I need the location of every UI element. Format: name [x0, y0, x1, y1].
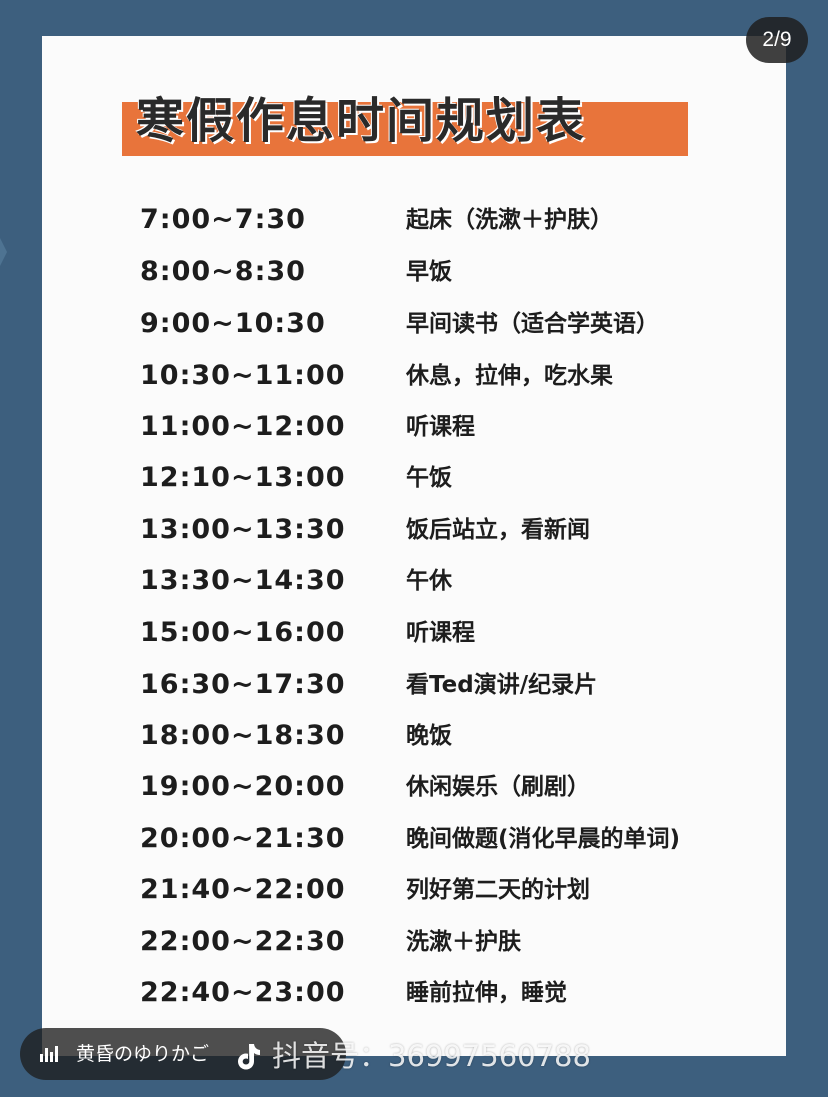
activity: 午饭	[406, 465, 452, 491]
activity: 晚饭	[406, 723, 452, 749]
time-range: 21:40~22:00	[140, 874, 346, 905]
schedule-row: 7:00~7:30 起床（洗漱＋护肤）	[42, 200, 786, 240]
schedule-row: 9:00~10:30 早间读书（适合学英语）	[42, 304, 786, 344]
time-range: 16:30~17:30	[140, 669, 346, 700]
schedule-card: 寒假作息时间规划表 7:00~7:30 起床（洗漱＋护肤） 8:00~8:30 …	[42, 36, 786, 1056]
schedule-row: 13:30~14:30 午休	[42, 561, 786, 601]
activity: 休息，拉伸，吃水果	[406, 363, 613, 389]
tiktok-logo-icon	[238, 1044, 260, 1070]
time-range: 13:30~14:30	[140, 565, 346, 596]
author-name: 黄昏のゆりかご	[76, 1043, 210, 1065]
schedule-row: 15:00~16:00 听课程	[42, 613, 786, 653]
activity: 睡前拉伸，睡觉	[406, 980, 567, 1006]
activity: 看Ted演讲/纪录片	[406, 672, 598, 698]
schedule-row: 16:30~17:30 看Ted演讲/纪录片	[42, 665, 786, 705]
schedule-row: 8:00~8:30 早饭	[42, 252, 786, 292]
time-range: 19:00~20:00	[140, 771, 346, 802]
schedule-row: 20:00~21:30 晚间做题(消化早晨的单词)	[42, 819, 786, 859]
time-range: 8:00~8:30	[140, 256, 306, 287]
time-range: 15:00~16:00	[140, 617, 346, 648]
activity: 午休	[406, 568, 452, 594]
schedule-row: 11:00~12:00 听课程	[42, 407, 786, 447]
time-range: 12:10~13:00	[140, 462, 346, 493]
activity: 列好第二天的计划	[406, 877, 590, 903]
schedule-row: 21:40~22:00 列好第二天的计划	[42, 870, 786, 910]
time-range: 7:00~7:30	[140, 204, 306, 235]
activity: 听课程	[406, 414, 475, 440]
time-range: 22:00~22:30	[140, 926, 346, 957]
time-range: 20:00~21:30	[140, 823, 346, 854]
activity: 听课程	[406, 620, 475, 646]
activity: 早间读书（适合学英语）	[406, 311, 659, 337]
schedule-row: 19:00~20:00 休闲娱乐（刷剧）	[42, 767, 786, 807]
activity: 晚间做题(消化早晨的单词)	[406, 826, 681, 852]
schedule-row: 22:40~23:00 睡前拉伸，睡觉	[42, 973, 786, 1013]
activity: 饭后站立，看新闻	[406, 517, 590, 543]
time-range: 11:00~12:00	[140, 411, 346, 442]
time-range: 18:00~18:30	[140, 720, 346, 751]
schedule-row: 10:30~11:00 休息，拉伸，吃水果	[42, 356, 786, 396]
schedule-row: 12:10~13:00 午饭	[42, 458, 786, 498]
page-title: 寒假作息时间规划表	[136, 93, 587, 149]
activity: 休闲娱乐（刷剧）	[406, 774, 590, 800]
activity: 早饭	[406, 259, 452, 285]
audio-bars-icon	[40, 1046, 62, 1062]
time-range: 9:00~10:30	[140, 308, 326, 339]
activity: 洗漱＋护肤	[406, 929, 521, 955]
watermark-account-id: 抖音号：36997560788	[272, 1039, 591, 1073]
activity: 起床（洗漱＋护肤）	[406, 207, 613, 233]
schedule-row: 22:00~22:30 洗漱＋护肤	[42, 922, 786, 962]
schedule-row: 13:00~13:30 饭后站立，看新闻	[42, 510, 786, 550]
time-range: 10:30~11:00	[140, 360, 346, 391]
time-range: 22:40~23:00	[140, 977, 346, 1008]
side-edge-tab	[0, 238, 7, 266]
schedule-row: 18:00~18:30 晚饭	[42, 716, 786, 756]
time-range: 13:00~13:30	[140, 514, 346, 545]
page-indicator[interactable]: 2/9	[746, 17, 808, 63]
